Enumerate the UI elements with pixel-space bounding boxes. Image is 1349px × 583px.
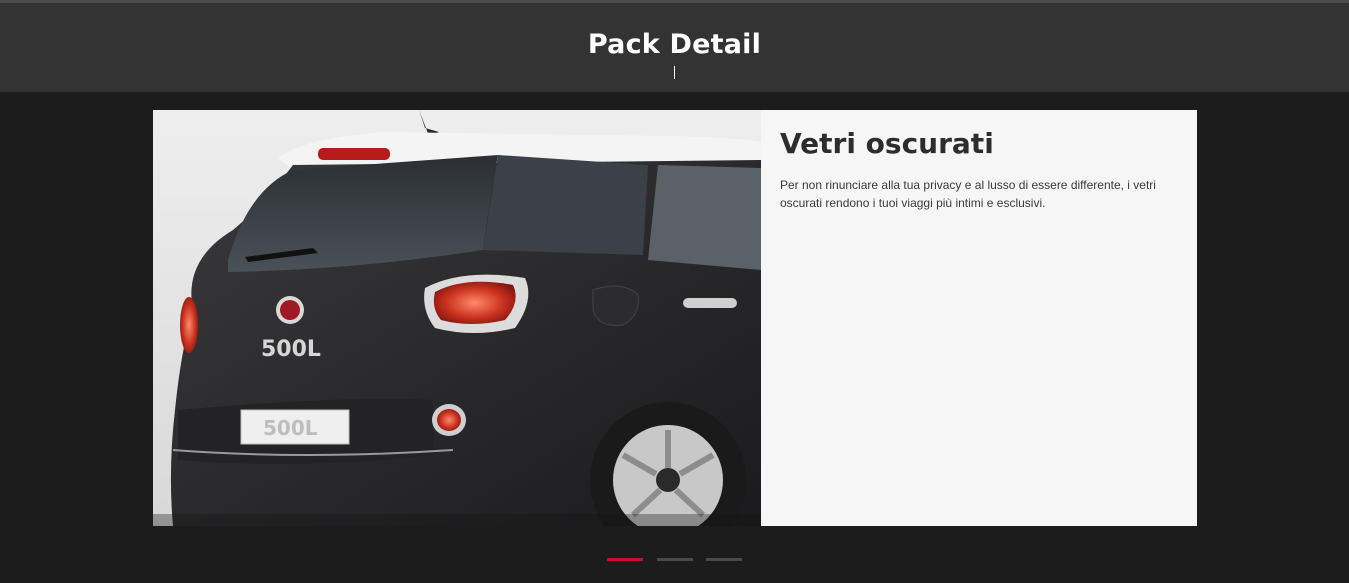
title-divider bbox=[674, 66, 675, 79]
page-header: Pack Detail bbox=[0, 3, 1349, 92]
pager-dot-1[interactable] bbox=[607, 558, 643, 561]
feature-text-panel: Vetri oscurati Per non rinunciare alla t… bbox=[761, 110, 1197, 526]
plate-text: 500L bbox=[263, 416, 318, 440]
pack-detail-card: 500L 500L Vetri oscurati Per non rinunci… bbox=[153, 110, 1197, 526]
car-rear-illustration: 500L 500L bbox=[153, 110, 761, 526]
pager-dot-3[interactable] bbox=[706, 558, 742, 561]
model-badge-text: 500L bbox=[261, 337, 321, 362]
carousel-pager bbox=[0, 558, 1349, 562]
pager-dot-2[interactable] bbox=[657, 558, 693, 561]
page-title: Pack Detail bbox=[587, 29, 762, 60]
feature-description: Per non rinunciare alla tua privacy e al… bbox=[780, 178, 1156, 210]
feature-title: Vetri oscurati bbox=[780, 127, 994, 160]
feature-image: 500L 500L bbox=[153, 110, 761, 526]
